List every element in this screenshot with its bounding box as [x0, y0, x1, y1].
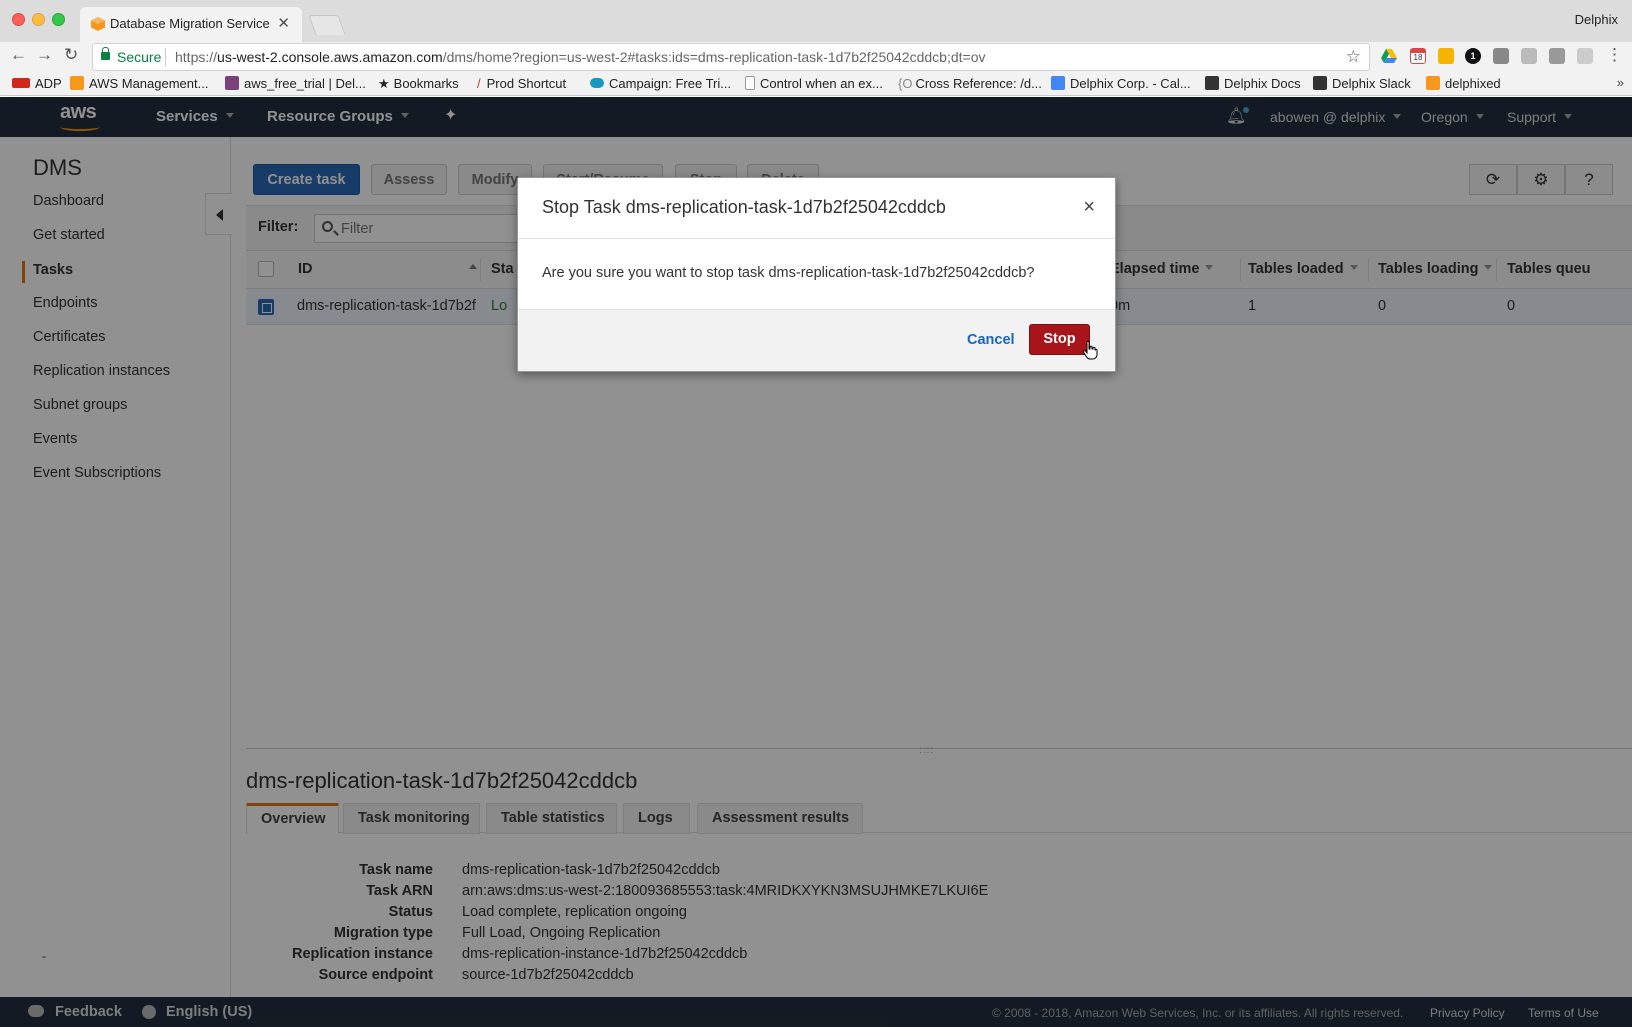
bookmarks-bar: ADP AWS Management... aws_free_trial | D…: [0, 72, 1632, 96]
bookmark-label: Cross Reference: /d...: [915, 76, 1042, 91]
maximize-window-icon[interactable]: [52, 13, 65, 26]
extension-grid-icon[interactable]: [1438, 48, 1454, 64]
calendar-icon: [1051, 76, 1065, 90]
bookmark-label: Campaign: Free Tri...: [609, 76, 732, 91]
salesforce-icon: [590, 78, 604, 88]
extension-window-icon[interactable]: [1549, 48, 1565, 64]
bookmarks-overflow-icon[interactable]: »: [1617, 75, 1624, 90]
bookmark-label: Delphix Docs: [1224, 76, 1301, 91]
url-text[interactable]: https://us-west-2.console.aws.amazon.com…: [175, 49, 985, 65]
onepassword-icon[interactable]: 1: [1465, 48, 1481, 64]
hash-icon: [1313, 76, 1327, 90]
adp-icon: [12, 78, 30, 88]
bookmark-item[interactable]: Delphix Docs: [1205, 76, 1301, 91]
reload-icon[interactable]: ↻: [64, 45, 78, 65]
location-pin-icon[interactable]: [1493, 48, 1509, 64]
bookmark-item[interactable]: Control when an ex...: [745, 76, 883, 91]
stop-task-dialog: Stop Task dms-replication-task-1d7b2f250…: [517, 177, 1116, 372]
bookmark-item[interactable]: ADP: [12, 76, 62, 91]
close-window-icon[interactable]: [12, 13, 25, 26]
bookmark-label: Control when an ex...: [760, 76, 883, 91]
calendar-icon[interactable]: 18: [1410, 48, 1426, 64]
bookmark-item[interactable]: / Prod Shortcut: [477, 76, 566, 91]
tab-title: Database Migration Service: [110, 16, 270, 31]
bookmark-item[interactable]: delphixed: [1426, 76, 1501, 91]
bookmark-item[interactable]: ★ Bookmarks: [378, 76, 459, 92]
bookmark-label: aws_free_trial | Del...: [244, 76, 366, 91]
close-icon[interactable]: ×: [1083, 196, 1095, 219]
bookmark-item[interactable]: aws_free_trial | Del...: [225, 76, 366, 91]
browser-menu-icon[interactable]: ⋮: [1606, 45, 1623, 65]
url-separator: [165, 48, 166, 66]
close-tab-icon[interactable]: ✕: [277, 14, 290, 32]
browser-toolbar: ← → ↻ Secure https://us-west-2.console.a…: [0, 42, 1632, 72]
bookmark-item[interactable]: AWS Management...: [70, 76, 208, 91]
docs-icon: [1205, 76, 1219, 90]
stop-button[interactable]: Stop: [1029, 324, 1090, 355]
aws-cube-icon: [91, 17, 105, 31]
star-icon: ★: [378, 76, 390, 91]
browser-tab-bar: Database Migration Service ✕ Delphix: [0, 0, 1632, 42]
bookmark-item[interactable]: Campaign: Free Tri...: [590, 76, 731, 91]
dialog-message: Are you sure you want to stop task dms-r…: [542, 265, 1035, 281]
bookmark-label: delphixed: [1445, 76, 1501, 91]
dialog-header: Stop Task dms-replication-task-1d7b2f250…: [518, 178, 1115, 239]
dialog-title: Stop Task dms-replication-task-1d7b2f250…: [542, 197, 946, 217]
bookmark-label: Prod Shortcut: [486, 76, 567, 91]
extension-bag-icon[interactable]: [1521, 48, 1537, 64]
bookmark-item[interactable]: Delphix Corp. - Cal...: [1051, 76, 1191, 91]
hand-cursor-icon: [1082, 340, 1098, 360]
aws-cube-icon: [70, 76, 84, 90]
bookmark-item[interactable]: {O Cross Reference: /d...: [898, 76, 1042, 91]
extension-g-icon[interactable]: [1577, 48, 1593, 64]
bookmark-label: Delphix Slack: [1332, 76, 1411, 91]
calendar-badge: 18: [1413, 53, 1423, 62]
google-drive-icon[interactable]: [1381, 48, 1397, 64]
bookmark-label: Delphix Corp. - Cal...: [1070, 76, 1191, 91]
address-bar[interactable]: Secure https://us-west-2.console.aws.ama…: [92, 43, 1370, 71]
url-path: /dms/home?region=us-west-2#tasks:ids=dms…: [442, 49, 986, 65]
new-tab-button[interactable]: [308, 15, 346, 35]
minimize-window-icon[interactable]: [32, 13, 45, 26]
aws-cube-icon: [1426, 76, 1440, 90]
slack-icon: [225, 76, 239, 90]
back-arrow-icon[interactable]: ←: [10, 45, 27, 65]
quill-icon: /: [477, 76, 481, 91]
braces-icon: {O: [898, 76, 913, 91]
dialog-footer: Cancel Stop: [518, 309, 1115, 371]
bookmark-label: ADP: [35, 76, 62, 91]
secure-label: Secure: [117, 49, 162, 65]
browser-profile-name[interactable]: Delphix: [1575, 12, 1618, 27]
cancel-button[interactable]: Cancel: [967, 332, 1015, 348]
browser-tab[interactable]: Database Migration Service ✕: [80, 7, 302, 42]
lock-icon: [101, 47, 110, 60]
bookmark-label: AWS Management...: [89, 76, 209, 91]
bookmark-star-icon[interactable]: ☆: [1346, 47, 1361, 67]
bookmark-item[interactable]: Delphix Slack: [1313, 76, 1411, 91]
url-host: us-west-2.console.aws.amazon.com: [217, 49, 443, 65]
url-scheme: https://: [175, 49, 218, 65]
forward-arrow-icon[interactable]: →: [36, 45, 53, 65]
page-icon: [745, 76, 755, 90]
bookmark-label: Bookmarks: [393, 76, 459, 91]
